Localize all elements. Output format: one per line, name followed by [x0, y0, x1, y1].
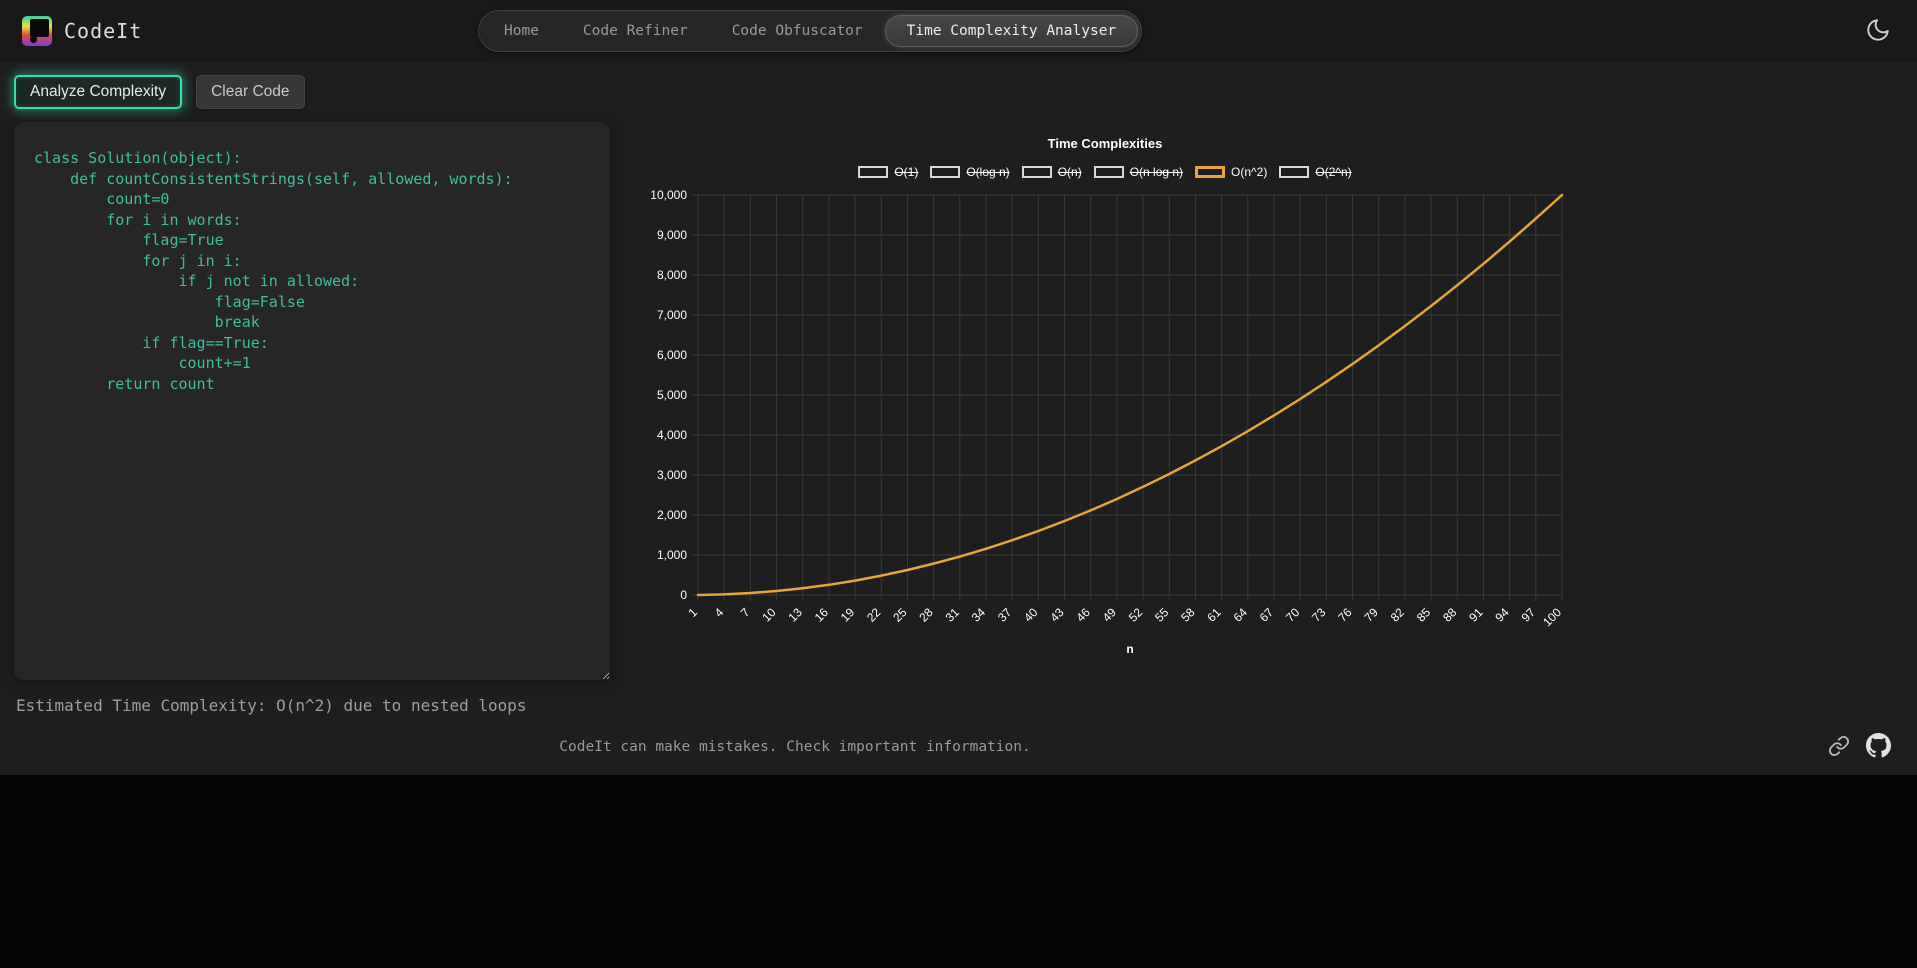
svg-text:2,000: 2,000: [657, 508, 687, 522]
legend-item[interactable]: O(n): [1021, 165, 1082, 179]
complexity-chart[interactable]: 0 1,000 2,000 3,000 4,000 5,000 6,000 7,000 8,00…: [640, 183, 1570, 661]
legend-box: [1279, 166, 1310, 178]
legend-item[interactable]: O(log n): [930, 165, 1010, 179]
footer-icons: [1828, 733, 1891, 758]
main-content: class Solution(object): def countConsist…: [0, 122, 1917, 715]
svg-text:7: 7: [738, 605, 753, 620]
svg-text:46: 46: [1074, 605, 1094, 625]
svg-text:52: 52: [1126, 605, 1146, 625]
logo-shape: [30, 19, 49, 37]
svg-text:43: 43: [1047, 605, 1067, 625]
legend-box: [1195, 166, 1226, 178]
svg-text:73: 73: [1309, 605, 1329, 625]
legend-box: [858, 166, 889, 178]
disclaimer-text: CodeIt can make mistakes. Check importan…: [559, 739, 1031, 755]
main-nav: Home Code Refiner Code Obfuscator Time C…: [478, 10, 1143, 52]
nav-item-home[interactable]: Home: [482, 15, 561, 47]
svg-text:94: 94: [1492, 605, 1512, 625]
legend-box: [930, 166, 961, 178]
legend-label: O(2^n): [1315, 165, 1352, 179]
nav-item-code-refiner[interactable]: Code Refiner: [561, 15, 710, 47]
nav-item-time-complexity-analyser[interactable]: Time Complexity Analyser: [884, 15, 1139, 47]
legend-item[interactable]: O(1): [858, 165, 918, 179]
svg-text:34: 34: [969, 605, 989, 625]
complexity-result-text: Estimated Time Complexity: O(n^2) due to…: [16, 696, 527, 715]
svg-text:58: 58: [1178, 605, 1198, 625]
header: CodeIt Home Code Refiner Code Obfuscator…: [0, 0, 1917, 62]
svg-text:5,000: 5,000: [657, 388, 687, 402]
legend-box: [1021, 166, 1052, 178]
svg-text:28: 28: [916, 605, 936, 625]
chart-legend: O(1) O(log n) O(n) O(n log n) O(n^2) O(2^n): [640, 165, 1570, 179]
legend-box: [1093, 166, 1124, 178]
svg-text:6,000: 6,000: [657, 348, 687, 362]
footer: CodeIt can make mistakes. Check importan…: [0, 727, 1917, 775]
brand[interactable]: CodeIt: [22, 16, 142, 46]
svg-text:22: 22: [864, 605, 884, 625]
svg-text:67: 67: [1257, 605, 1277, 625]
svg-text:7,000: 7,000: [657, 308, 687, 322]
svg-text:85: 85: [1414, 605, 1434, 625]
logo-dot: [30, 36, 37, 43]
legend-label: O(n log n): [1129, 165, 1184, 179]
legend-label: O(n^2): [1231, 165, 1268, 179]
svg-text:10,000: 10,000: [650, 188, 687, 202]
legend-label: O(log n): [966, 165, 1010, 179]
svg-text:19: 19: [838, 605, 858, 625]
svg-text:100: 100: [1540, 605, 1564, 629]
legend-item[interactable]: O(2^n): [1279, 165, 1352, 179]
svg-text:1,000: 1,000: [657, 548, 687, 562]
svg-text:64: 64: [1231, 605, 1251, 625]
nav-item-code-obfuscator[interactable]: Code Obfuscator: [710, 15, 885, 47]
app-window: CodeIt Home Code Refiner Code Obfuscator…: [0, 0, 1917, 775]
svg-text:8,000: 8,000: [657, 268, 687, 282]
clear-code-button[interactable]: Clear Code: [196, 75, 305, 109]
legend-label: O(n): [1057, 165, 1082, 179]
brand-title: CodeIt: [64, 19, 143, 43]
analyze-complexity-button[interactable]: Analyze Complexity: [14, 75, 183, 109]
svg-text:4: 4: [712, 605, 727, 620]
svg-text:4,000: 4,000: [657, 428, 687, 442]
svg-text:79: 79: [1362, 605, 1382, 625]
link-icon: [1828, 735, 1850, 756]
github-icon: [1866, 733, 1891, 758]
svg-text:31: 31: [943, 605, 963, 625]
theme-toggle-button[interactable]: [1861, 13, 1895, 50]
svg-text:97: 97: [1519, 605, 1539, 625]
svg-text:16: 16: [812, 605, 832, 625]
github-button[interactable]: [1866, 733, 1891, 758]
legend-item[interactable]: O(n^2): [1195, 165, 1267, 179]
code-input[interactable]: class Solution(object): def countConsist…: [14, 122, 610, 680]
svg-text:37: 37: [995, 605, 1015, 625]
svg-text:76: 76: [1335, 605, 1355, 625]
legend-item[interactable]: O(n log n): [1093, 165, 1184, 179]
codeit-logo-icon: [22, 16, 52, 46]
legend-label: O(1): [894, 165, 919, 179]
svg-text:88: 88: [1440, 605, 1460, 625]
svg-text:13: 13: [786, 605, 806, 625]
svg-text:91: 91: [1466, 605, 1486, 625]
svg-text:9,000: 9,000: [657, 228, 687, 242]
svg-text:55: 55: [1152, 605, 1172, 625]
moon-icon: [1867, 18, 1889, 41]
svg-text:3,000: 3,000: [657, 468, 687, 482]
svg-text:n: n: [1126, 642, 1133, 656]
svg-text:10: 10: [759, 605, 779, 625]
svg-text:49: 49: [1100, 605, 1120, 625]
share-link-button[interactable]: [1828, 735, 1850, 757]
chart-column: Time Complexities O(1) O(log n) O(n) O(n lo…: [640, 122, 1570, 661]
toolbar: Analyze Complexity Clear Code: [0, 62, 1917, 122]
editor-column: class Solution(object): def countConsist…: [14, 122, 610, 715]
svg-text:70: 70: [1283, 605, 1303, 625]
svg-text:61: 61: [1204, 605, 1224, 625]
svg-text:0: 0: [680, 588, 687, 602]
svg-text:1: 1: [685, 605, 700, 620]
svg-text:25: 25: [890, 605, 910, 625]
svg-text:82: 82: [1388, 605, 1408, 625]
chart-title: Time Complexities: [1047, 136, 1163, 151]
svg-text:40: 40: [1021, 605, 1041, 625]
